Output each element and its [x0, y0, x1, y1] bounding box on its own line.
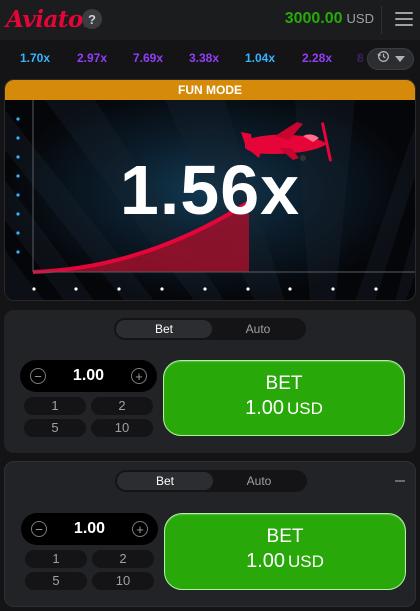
history-multiplier: 1.70x: [20, 51, 51, 65]
bet-button-label: BET: [265, 373, 303, 394]
bet-panel-2: Bet Auto − 1.00 + 1 2 5 10 BET 1.00 USD: [4, 461, 416, 607]
quick-amount-button[interactable]: 2: [92, 550, 154, 568]
increase-amount-button[interactable]: +: [131, 368, 147, 384]
history-toggle-button[interactable]: [367, 48, 414, 70]
current-multiplier: 1.56x: [119, 151, 301, 229]
flight-stage: 1.56x: [5, 100, 415, 300]
bet-button-amount-line: 1.00 USD: [165, 550, 405, 573]
tab-bet[interactable]: Bet: [117, 472, 213, 490]
tab-bet[interactable]: Bet: [116, 320, 212, 338]
bet-button[interactable]: BET 1.00 USD: [164, 513, 406, 590]
bet-button-amount: 1.00: [245, 397, 285, 419]
bet-panel-1: Bet Auto − 1.00 + 1 2 5 10 BET 1.00 USD: [4, 310, 416, 453]
quick-amount-button[interactable]: 1: [25, 550, 87, 568]
quick-amount-button[interactable]: 2: [91, 397, 153, 415]
multiplier-history: 1.70x 2.97x 7.69x 3.38x 1.04x 2.28x 8: [0, 40, 420, 76]
quick-amount-button[interactable]: 1: [24, 397, 86, 415]
chevron-down-icon: [394, 50, 405, 68]
balance-currency: USD: [346, 11, 374, 26]
remove-panel-button[interactable]: [395, 480, 405, 482]
bet-button[interactable]: BET 1.00 USD: [163, 360, 405, 436]
increase-amount-button[interactable]: +: [132, 521, 148, 537]
balance-amount: 3000.00: [284, 10, 343, 27]
tab-auto[interactable]: Auto: [210, 320, 306, 338]
bet-button-amount-line: 1.00 USD: [164, 397, 404, 420]
history-icon: [376, 50, 390, 68]
bet-mode-tabs: Bet Auto: [114, 318, 306, 340]
bet-mode-tabs: Bet Auto: [115, 470, 307, 492]
help-button[interactable]: ?: [82, 9, 102, 29]
divider: [381, 6, 382, 34]
history-multiplier: 7.69x: [133, 51, 164, 65]
quick-amount-button[interactable]: 5: [25, 572, 87, 590]
top-bar: Aviator ? 3000.00 USD: [0, 0, 420, 40]
bet-amount-stepper: − 1.00 +: [21, 513, 158, 545]
fun-mode-banner: FUN MODE: [5, 80, 415, 100]
quick-amount-button[interactable]: 10: [91, 419, 153, 437]
history-multiplier: 3.38x: [189, 51, 220, 65]
history-multiplier: 2.28x: [302, 51, 333, 65]
hamburger-menu-icon[interactable]: [395, 12, 413, 26]
quick-amount-button[interactable]: 10: [92, 572, 154, 590]
bet-button-amount: 1.00: [246, 550, 286, 572]
history-multiplier: 1.04x: [245, 51, 276, 65]
bet-amount-stepper: − 1.00 +: [20, 360, 157, 392]
tab-auto[interactable]: Auto: [211, 472, 307, 490]
game-canvas: FUN MODE 1.56x: [4, 79, 416, 301]
bet-button-currency: USD: [288, 552, 324, 571]
bet-button-currency: USD: [287, 399, 323, 418]
balance: 3000.00 USD: [285, 10, 374, 28]
history-fade: [340, 40, 370, 76]
history-multiplier: 2.97x: [77, 51, 108, 65]
quick-amount-button[interactable]: 5: [24, 419, 86, 437]
bet-button-label: BET: [266, 526, 304, 547]
